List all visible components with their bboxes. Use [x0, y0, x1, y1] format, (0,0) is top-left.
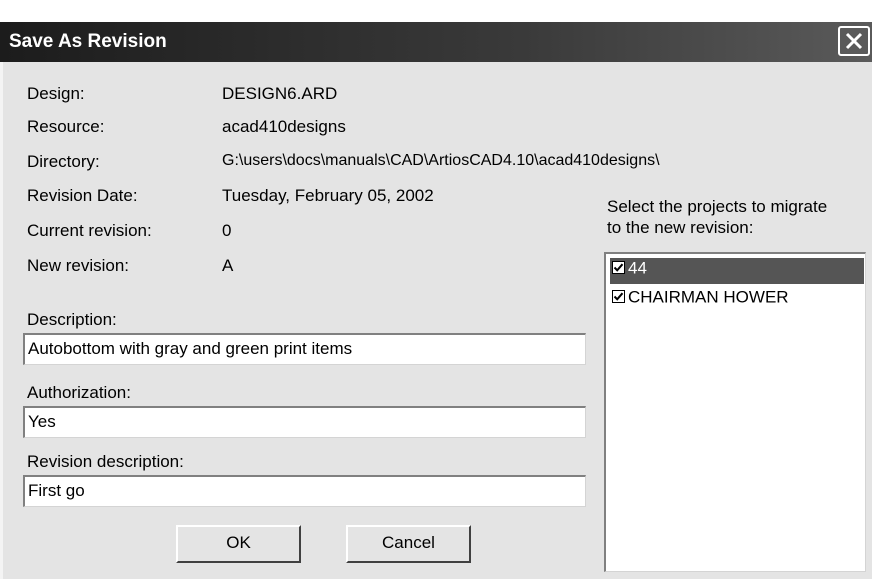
- revision-date-label: Revision Date:: [27, 186, 138, 205]
- resource-value: acad410designs: [222, 117, 346, 136]
- directory-value: G:\users\docs\manuals\CAD\ArtiosCAD4.10\…: [222, 152, 660, 169]
- revision-date-value: Tuesday, February 05, 2002: [222, 186, 434, 205]
- description-label: Description:: [27, 310, 117, 329]
- design-label: Design:: [27, 84, 85, 103]
- checkmark-icon: [613, 292, 624, 301]
- checkmark-icon: [613, 263, 624, 272]
- revision-description-label: Revision description:: [27, 452, 184, 471]
- project-checkbox-44[interactable]: [612, 261, 625, 274]
- projects-prompt-line1: Select the projects to migrate: [607, 197, 828, 216]
- desktop-background: [0, 0, 872, 22]
- close-icon: [845, 32, 863, 50]
- resource-label: Resource:: [27, 117, 105, 136]
- design-value: DESIGN6.ARD: [222, 84, 338, 103]
- projects-list[interactable]: 44 CHAIRMAN HOWER: [604, 252, 866, 572]
- authorization-label: Authorization:: [27, 383, 131, 402]
- ok-button[interactable]: OK: [176, 525, 301, 563]
- projects-prompt-line2: to the new revision:: [607, 218, 754, 237]
- current-revision-value: 0: [222, 221, 232, 240]
- save-as-revision-dialog: Save As Revision Design: DESIGN6.ARD Res…: [0, 0, 872, 579]
- dialog-title: Save As Revision: [9, 31, 167, 52]
- cancel-button[interactable]: Cancel: [346, 525, 471, 563]
- project-item-44[interactable]: 44: [610, 258, 864, 284]
- window-border: [0, 62, 3, 579]
- close-button[interactable]: [838, 26, 870, 56]
- title-bar[interactable]: Save As Revision: [0, 22, 872, 62]
- description-field[interactable]: Autobottom with gray and green print ite…: [23, 333, 586, 365]
- project-checkbox-chairman-hower[interactable]: [612, 290, 625, 303]
- project-label-chairman-hower: CHAIRMAN HOWER: [628, 287, 789, 307]
- project-label-44: 44: [628, 258, 647, 278]
- new-revision-value: A: [222, 256, 234, 275]
- authorization-field[interactable]: Yes: [23, 406, 586, 438]
- project-item-chairman-hower[interactable]: CHAIRMAN HOWER: [610, 287, 864, 313]
- revision-description-field[interactable]: First go: [23, 475, 586, 507]
- directory-label: Directory:: [27, 152, 100, 171]
- new-revision-label: New revision:: [27, 256, 130, 275]
- current-revision-label: Current revision:: [27, 221, 152, 240]
